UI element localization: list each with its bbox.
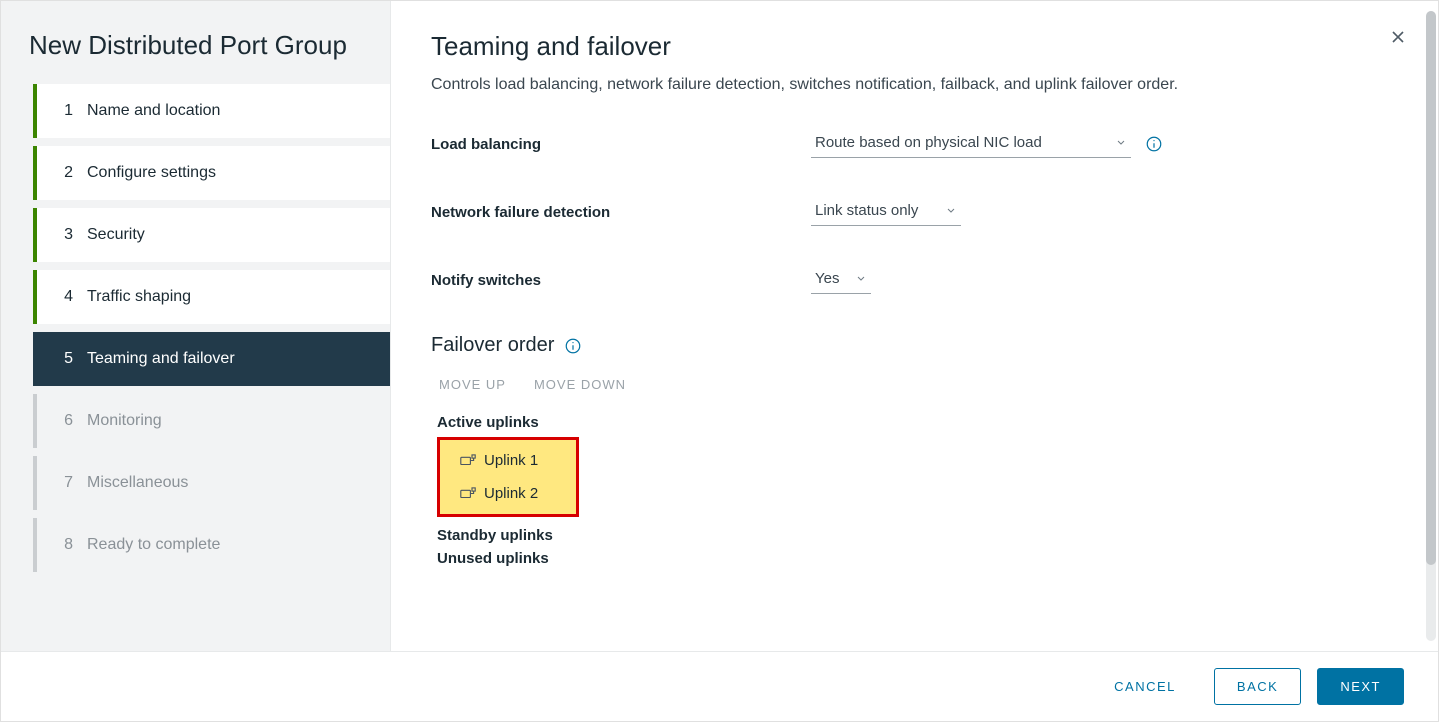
wizard-step-1[interactable]: 1 Name and location bbox=[37, 84, 390, 138]
scrollbar-thumb[interactable] bbox=[1426, 11, 1436, 565]
step-label: Teaming and failover bbox=[87, 350, 235, 368]
label-notify-switches: Notify switches bbox=[431, 272, 811, 289]
standby-uplinks-label: Standby uplinks bbox=[437, 527, 1394, 544]
wizard-title: New Distributed Port Group bbox=[1, 29, 390, 84]
select-load-balancing-value: Route based on physical NIC load bbox=[815, 134, 1042, 151]
uplink-port-icon bbox=[460, 487, 476, 500]
wizard-dialog: New Distributed Port Group 1 Name and loc… bbox=[0, 0, 1439, 722]
wizard-step-2[interactable]: 2 Configure settings bbox=[37, 146, 390, 200]
chevron-down-icon bbox=[855, 271, 867, 288]
dialog-body: New Distributed Port Group 1 Name and loc… bbox=[1, 1, 1438, 651]
row-notify-switches: Notify switches Yes bbox=[431, 266, 1394, 294]
info-icon[interactable] bbox=[1145, 135, 1163, 153]
step-number: 7 bbox=[59, 474, 73, 492]
uplink-item[interactable]: Uplink 1 bbox=[440, 444, 576, 477]
wizard-step-5[interactable]: 5 Teaming and failover bbox=[37, 332, 390, 386]
uplink-label: Uplink 2 bbox=[484, 485, 538, 502]
select-notify-switches-value: Yes bbox=[815, 270, 839, 287]
step-label: Traffic shaping bbox=[87, 288, 191, 306]
wizard-step-6: 6 Monitoring bbox=[37, 394, 390, 448]
scrollbar[interactable] bbox=[1426, 11, 1436, 641]
active-uplinks-box: Uplink 1 Uplink 2 bbox=[437, 437, 579, 517]
uplink-item[interactable]: Uplink 2 bbox=[440, 477, 576, 510]
cancel-button[interactable]: CANCEL bbox=[1092, 669, 1198, 704]
select-wrap-notify-switches: Yes bbox=[811, 266, 871, 294]
select-load-balancing[interactable]: Route based on physical NIC load bbox=[811, 130, 1131, 158]
step-number: 3 bbox=[59, 226, 73, 244]
move-up-button[interactable]: MOVE UP bbox=[439, 373, 506, 396]
wizard-steps: 1 Name and location 2 Configure settings 3 Se… bbox=[1, 84, 390, 580]
step-label: Miscellaneous bbox=[87, 474, 188, 492]
label-load-balancing: Load balancing bbox=[431, 136, 811, 153]
row-failure-detection: Network failure detection Link status on… bbox=[431, 198, 1394, 226]
step-number: 8 bbox=[59, 536, 73, 554]
uplink-label: Uplink 1 bbox=[484, 452, 538, 469]
step-number: 4 bbox=[59, 288, 73, 306]
select-wrap-load-balancing: Route based on physical NIC load bbox=[811, 130, 1163, 158]
uplink-port-icon bbox=[460, 454, 476, 467]
move-down-button[interactable]: MOVE DOWN bbox=[534, 373, 626, 396]
next-button[interactable]: NEXT bbox=[1317, 668, 1404, 705]
step-label: Name and location bbox=[87, 102, 220, 120]
failover-order-title-text: Failover order bbox=[431, 334, 554, 357]
active-uplinks-label: Active uplinks bbox=[437, 414, 1394, 431]
step-number: 6 bbox=[59, 412, 73, 430]
step-number: 1 bbox=[59, 102, 73, 120]
step-label: Ready to complete bbox=[87, 536, 220, 554]
step-number: 5 bbox=[59, 350, 73, 368]
step-label: Security bbox=[87, 226, 145, 244]
dialog-footer: CANCEL BACK NEXT bbox=[1, 651, 1438, 721]
wizard-step-4[interactable]: 4 Traffic shaping bbox=[37, 270, 390, 324]
step-label: Configure settings bbox=[87, 164, 216, 182]
chevron-down-icon bbox=[945, 203, 957, 220]
step-number: 2 bbox=[59, 164, 73, 182]
info-icon[interactable] bbox=[564, 337, 582, 355]
row-load-balancing: Load balancing Route based on physical N… bbox=[431, 130, 1394, 158]
move-buttons: MOVE UP MOVE DOWN bbox=[431, 373, 1394, 408]
select-failure-detection-value: Link status only bbox=[815, 202, 918, 219]
wizard-sidebar: New Distributed Port Group 1 Name and loc… bbox=[1, 1, 391, 651]
main-panel: Teaming and failover Controls load balan… bbox=[391, 1, 1438, 651]
select-notify-switches[interactable]: Yes bbox=[811, 266, 871, 294]
label-failure-detection: Network failure detection bbox=[431, 204, 811, 221]
step-label: Monitoring bbox=[87, 412, 162, 430]
back-button[interactable]: BACK bbox=[1214, 668, 1301, 705]
failover-order-title: Failover order bbox=[431, 334, 1394, 357]
page-description: Controls load balancing, network failure… bbox=[431, 76, 1394, 94]
wizard-step-8: 8 Ready to complete bbox=[37, 518, 390, 572]
chevron-down-icon bbox=[1115, 135, 1127, 152]
page-title: Teaming and failover bbox=[431, 31, 1394, 62]
select-failure-detection[interactable]: Link status only bbox=[811, 198, 961, 226]
unused-uplinks-label: Unused uplinks bbox=[437, 550, 1394, 567]
close-icon[interactable] bbox=[1388, 27, 1408, 50]
wizard-step-3[interactable]: 3 Security bbox=[37, 208, 390, 262]
select-wrap-failure-detection: Link status only bbox=[811, 198, 961, 226]
wizard-step-7: 7 Miscellaneous bbox=[37, 456, 390, 510]
